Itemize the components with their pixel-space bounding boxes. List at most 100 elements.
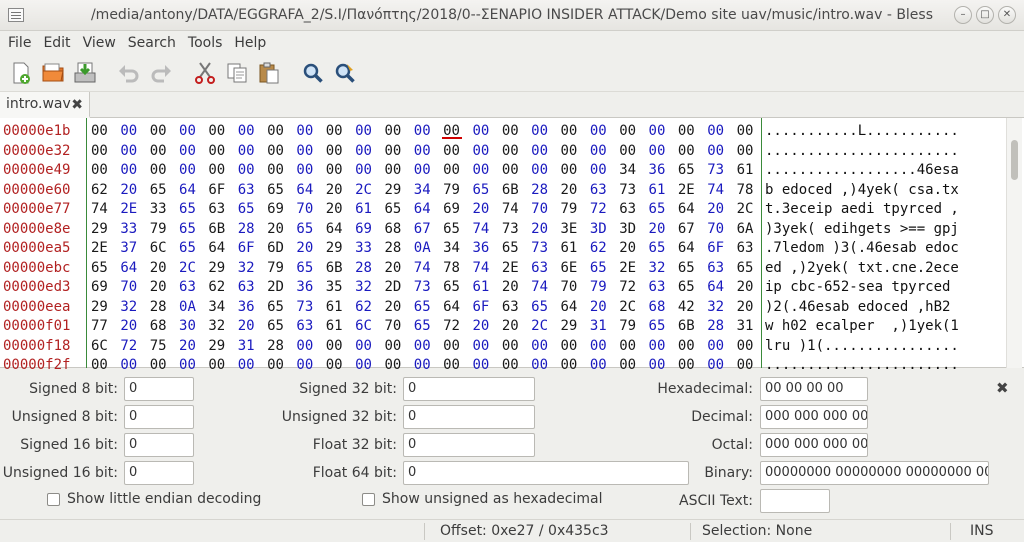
hex-byte[interactable]: 73: [296, 298, 325, 318]
hex-byte[interactable]: 2C: [619, 298, 648, 318]
hex-byte[interactable]: 00: [208, 122, 237, 142]
hex-byte[interactable]: 00: [326, 161, 355, 181]
hex-byte[interactable]: 29: [91, 298, 120, 318]
hex-byte[interactable]: 73: [619, 181, 648, 201]
hex-byte[interactable]: 32: [208, 317, 237, 337]
hex-byte[interactable]: 20: [619, 239, 648, 259]
hex-byte[interactable]: 00: [590, 161, 619, 181]
hex-byte[interactable]: 2E: [91, 239, 120, 259]
hex-byte[interactable]: 0A: [179, 298, 208, 318]
ascii-row[interactable]: .......................: [765, 142, 1001, 162]
hex-byte[interactable]: 74: [414, 259, 443, 279]
hex-byte[interactable]: 00: [531, 161, 560, 181]
hex-byte[interactable]: 00: [179, 142, 208, 162]
hex-byte[interactable]: 6B: [208, 220, 237, 240]
hex-byte[interactable]: 65: [267, 298, 296, 318]
hex-byte[interactable]: 6B: [326, 259, 355, 279]
hex-byte[interactable]: 00: [414, 161, 443, 181]
hex-byte[interactable]: 00: [619, 122, 648, 142]
hex-byte[interactable]: 64: [120, 259, 149, 279]
ascii-row[interactable]: .7ledom )3(.46esab edoc: [765, 239, 1001, 259]
hex-byte[interactable]: 32: [238, 259, 267, 279]
hex-byte[interactable]: 65: [296, 220, 325, 240]
hex-byte[interactable]: 31: [238, 337, 267, 357]
hex-byte[interactable]: 65: [649, 239, 678, 259]
hex-byte[interactable]: 00: [619, 142, 648, 162]
hex-byte[interactable]: 37: [120, 239, 149, 259]
hex-byte[interactable]: 20: [707, 200, 736, 220]
hex-byte[interactable]: 00: [531, 142, 560, 162]
hex-byte[interactable]: 35: [326, 278, 355, 298]
hex-byte[interactable]: 20: [267, 220, 296, 240]
hex-byte[interactable]: 74: [472, 220, 501, 240]
decimal-field[interactable]: 000 000 000 000: [760, 405, 868, 429]
hex-byte[interactable]: 74: [707, 181, 736, 201]
binary-field[interactable]: 00000000 00000000 00000000 00000000: [760, 461, 989, 485]
hex-byte[interactable]: 00: [590, 142, 619, 162]
hex-byte[interactable]: 00: [296, 337, 325, 357]
hex-byte[interactable]: 28: [238, 220, 267, 240]
hex-byte[interactable]: 2E: [120, 200, 149, 220]
hex-byte[interactable]: 78: [443, 259, 472, 279]
hex-byte[interactable]: 63: [707, 259, 736, 279]
hex-byte[interactable]: 69: [443, 200, 472, 220]
hex-byte[interactable]: 33: [355, 239, 384, 259]
menu-search[interactable]: Search: [122, 35, 182, 51]
hex-byte[interactable]: 00: [590, 122, 619, 142]
hex-byte[interactable]: 28: [384, 239, 413, 259]
hex-byte[interactable]: 70: [707, 220, 736, 240]
hex-byte[interactable]: 2D: [267, 278, 296, 298]
menu-edit[interactable]: Edit: [37, 35, 76, 51]
hex-byte[interactable]: 65: [649, 200, 678, 220]
hex-byte[interactable]: 6C: [150, 239, 179, 259]
hex-byte[interactable]: 00: [414, 337, 443, 357]
hex-byte[interactable]: 20: [502, 278, 531, 298]
hex-byte[interactable]: 62: [208, 278, 237, 298]
hex-byte[interactable]: 00: [238, 161, 267, 181]
hex-byte[interactable]: 20: [472, 200, 501, 220]
ascii-row[interactable]: )3yek( edihgets >== gpj: [765, 220, 1001, 240]
hex-byte[interactable]: 68: [649, 298, 678, 318]
hex-byte[interactable]: 34: [208, 298, 237, 318]
maximize-button[interactable]: □: [976, 6, 994, 24]
menu-tools[interactable]: Tools: [182, 35, 229, 51]
hex-byte[interactable]: 62: [355, 298, 384, 318]
minimize-button[interactable]: –: [954, 6, 972, 24]
hex-byte[interactable]: 72: [619, 278, 648, 298]
hex-byte[interactable]: 00: [443, 161, 472, 181]
hex-byte[interactable]: 64: [326, 220, 355, 240]
close-panel-icon[interactable]: ✖: [996, 379, 1009, 397]
hex-byte[interactable]: 65: [590, 259, 619, 279]
hex-byte[interactable]: 00: [561, 337, 590, 357]
redo-icon[interactable]: [146, 58, 176, 88]
hex-byte[interactable]: 65: [91, 259, 120, 279]
hex-byte[interactable]: 6F: [707, 239, 736, 259]
hex-byte[interactable]: 00: [120, 122, 149, 142]
hex-byte[interactable]: 73: [531, 239, 560, 259]
hex-byte[interactable]: 00: [150, 161, 179, 181]
float32-field[interactable]: 0: [403, 433, 535, 457]
signed16-field[interactable]: 0: [124, 433, 194, 457]
hex-byte[interactable]: 00: [707, 122, 736, 142]
hex-byte[interactable]: 61: [326, 298, 355, 318]
hex-byte[interactable]: 63: [649, 278, 678, 298]
hex-byte[interactable]: 00: [238, 142, 267, 162]
hex-byte[interactable]: 65: [384, 200, 413, 220]
hex-byte[interactable]: 74: [472, 259, 501, 279]
hex-byte[interactable]: 31: [590, 317, 619, 337]
hex-byte[interactable]: 32: [355, 278, 384, 298]
hex-byte[interactable]: 28: [531, 181, 560, 201]
open-folder-icon[interactable]: [38, 58, 68, 88]
hex-byte[interactable]: 00: [150, 142, 179, 162]
hex-byte[interactable]: 61: [355, 200, 384, 220]
hex-byte[interactable]: 6D: [267, 239, 296, 259]
hex-byte[interactable]: 00: [649, 122, 678, 142]
hex-byte[interactable]: 65: [267, 317, 296, 337]
hex-byte[interactable]: 6C: [91, 337, 120, 357]
hex-byte[interactable]: 63: [531, 259, 560, 279]
hex-byte[interactable]: 70: [561, 278, 590, 298]
hex-byte[interactable]: 65: [179, 239, 208, 259]
hex-byte[interactable]: 65: [443, 220, 472, 240]
hex-byte[interactable]: 65: [179, 200, 208, 220]
tab-intro-wav[interactable]: intro.wav ✖: [0, 92, 90, 118]
